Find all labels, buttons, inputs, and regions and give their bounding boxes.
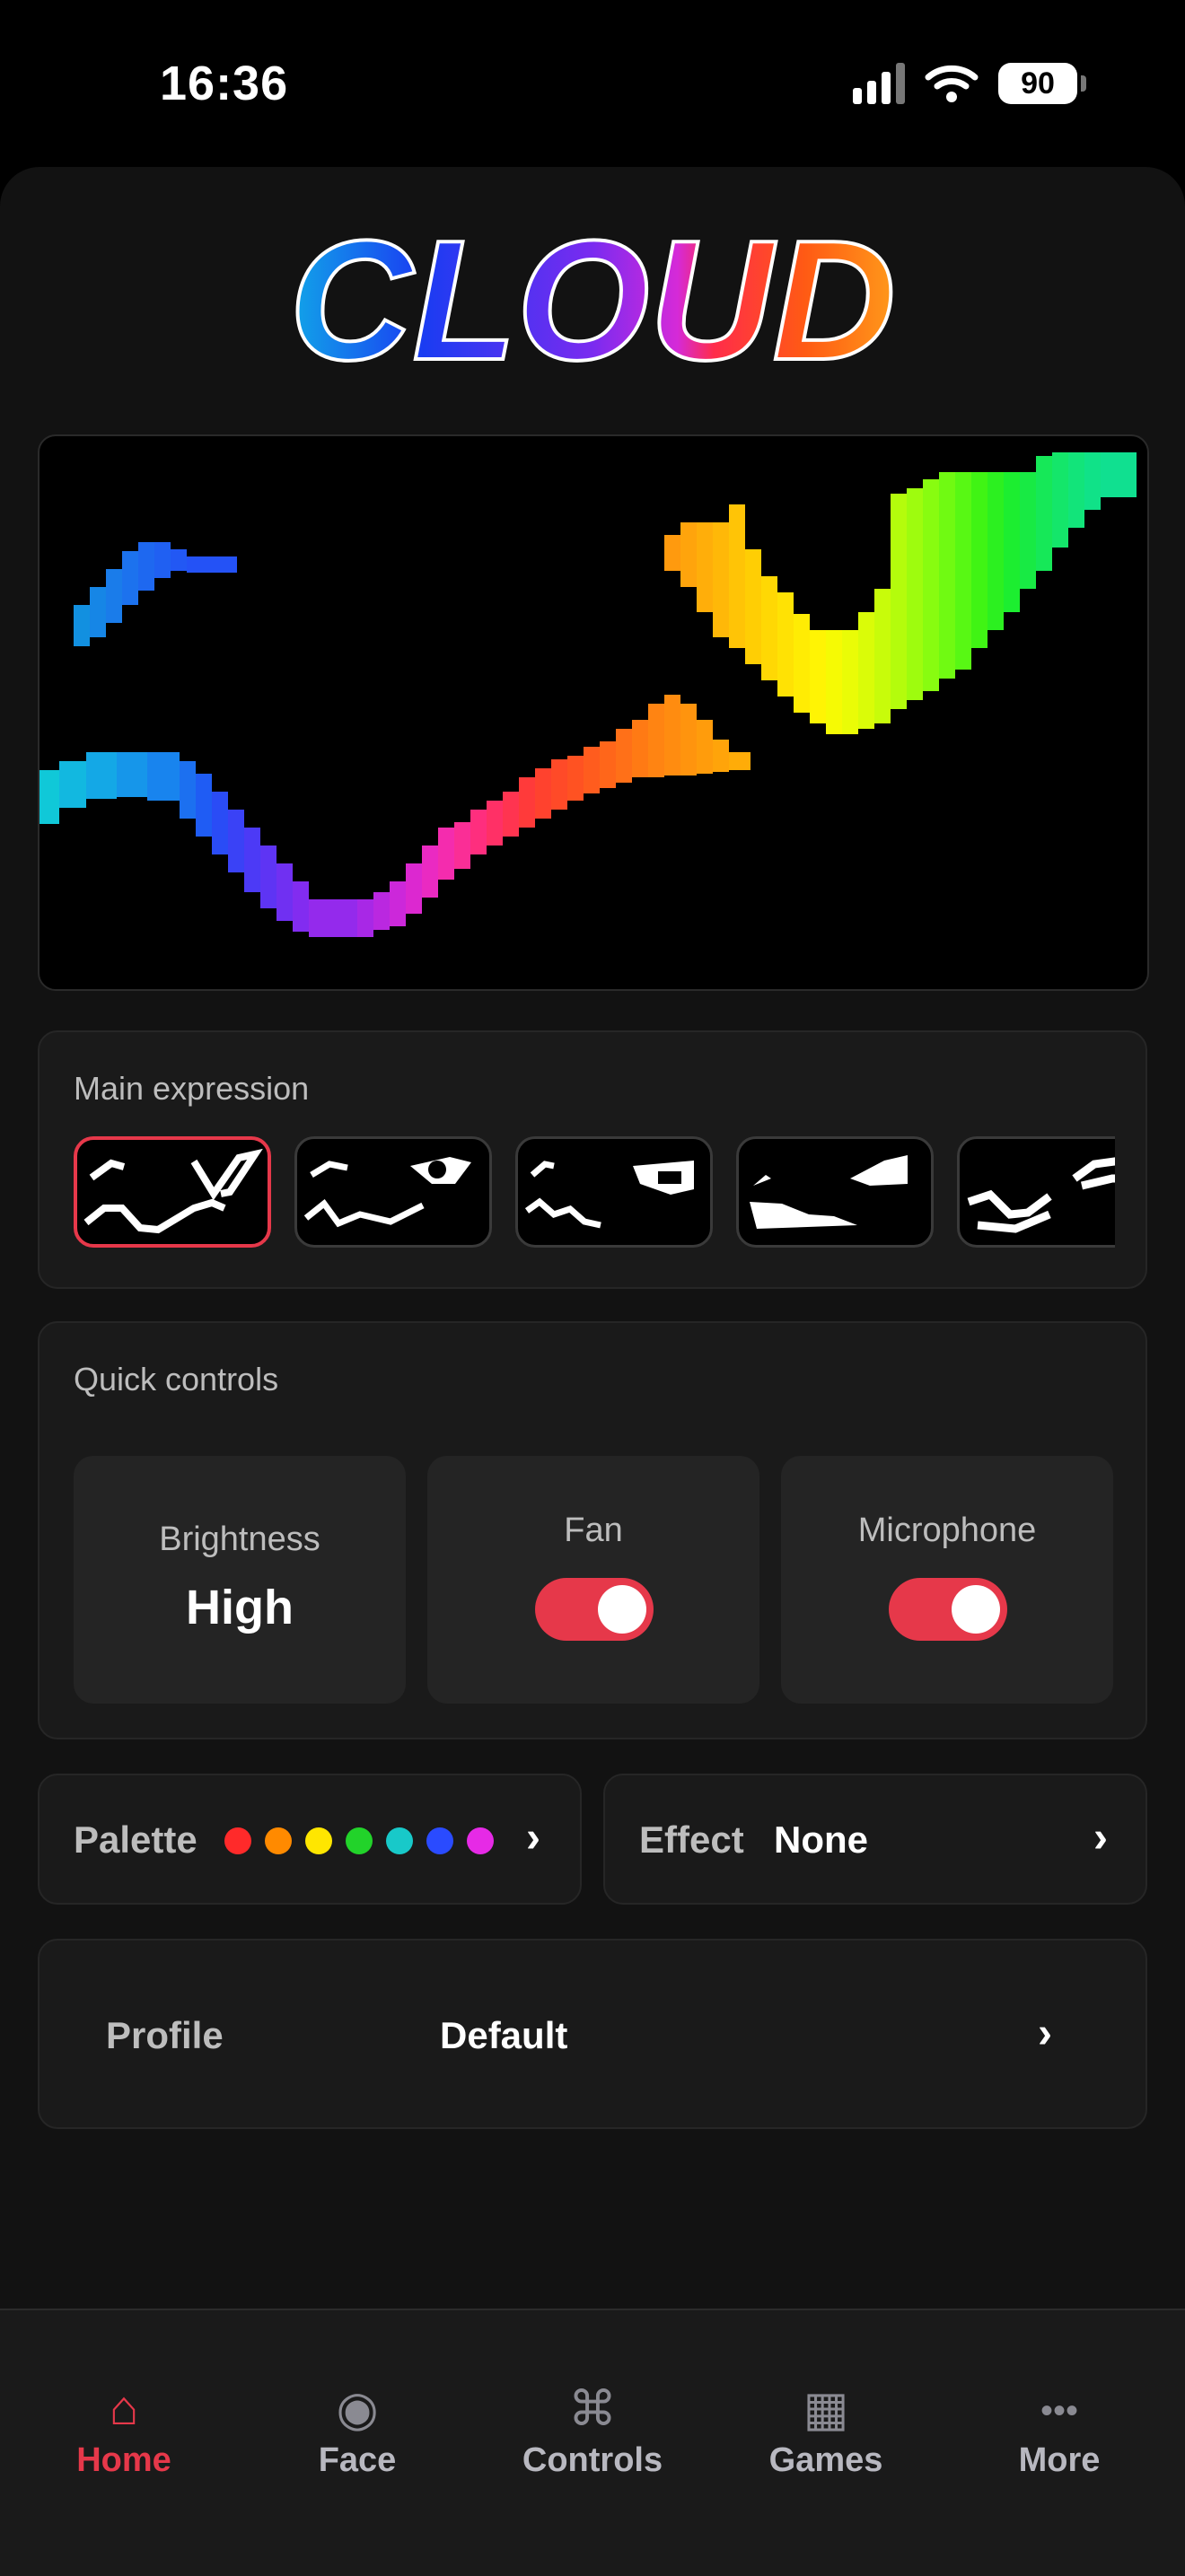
tab-label-controls: Controls (522, 2441, 663, 2479)
effect-label: Effect (639, 1818, 744, 1861)
wifi-icon (925, 65, 979, 102)
brightness-value: High (186, 1581, 294, 1634)
expression-option-5[interactable] (957, 1136, 1115, 1248)
quick-controls-title: Quick controls (74, 1361, 279, 1398)
cloud-logo: CLOUD (287, 206, 897, 386)
tab-controls[interactable]: ⌘ Controls (474, 2310, 711, 2576)
expression-option-2[interactable] (294, 1136, 492, 1248)
main-expression-card: Main expression (38, 1030, 1147, 1289)
palette-chevron-icon: › (526, 1814, 540, 1862)
expression-option-1[interactable] (74, 1136, 271, 1248)
fan-toggle[interactable] (535, 1578, 654, 1641)
tab-label-more: More (1018, 2441, 1101, 2479)
expression-option-3[interactable] (515, 1136, 713, 1248)
microphone-control: Microphone (781, 1456, 1113, 1704)
profile-label: Profile (106, 2014, 224, 2056)
brightness-label: Brightness (159, 1520, 320, 1558)
fan-control: Fan (427, 1456, 759, 1704)
cellular-signal-icon (853, 63, 905, 104)
microphone-label: Microphone (857, 1511, 1037, 1549)
tab-label-games: Games (768, 2441, 883, 2479)
face-icon: ◉ (336, 2382, 379, 2436)
palette-card[interactable]: Palette › (38, 1774, 582, 1905)
palette-swatch-2 (265, 1827, 292, 1854)
profile-value: Default (440, 2014, 568, 2056)
tab-more[interactable]: ••• More (941, 2310, 1178, 2576)
grid-icon: ▦ (803, 2382, 849, 2436)
tab-games[interactable]: ▦ Games (707, 2310, 944, 2576)
svg-text:CLOUD: CLOUD (289, 206, 895, 386)
palette-swatch-3 (305, 1827, 332, 1854)
palette-label: Palette (74, 1818, 198, 1861)
palette-swatch-6 (426, 1827, 453, 1854)
profile-chevron-icon: › (1038, 2010, 1052, 2057)
palette-swatch-1 (224, 1827, 251, 1854)
bottom-tab-bar: ⌂ Home ◉ Face ⌘ Controls ▦ Games ••• Mor… (0, 2309, 1185, 2576)
status-bar: 16:36 90 (0, 0, 1185, 171)
microphone-toggle-knob (952, 1585, 1000, 1634)
face-pixel-art (40, 452, 1137, 937)
expression-carousel[interactable] (74, 1136, 1115, 1253)
tab-home[interactable]: ⌂ Home (5, 2310, 242, 2576)
home-icon: ⌂ (109, 2381, 139, 2435)
face-preview (38, 434, 1149, 991)
effect-card[interactable]: Effect None › (603, 1774, 1147, 1905)
brightness-control[interactable]: Brightness High (74, 1456, 406, 1704)
expression-option-4[interactable] (736, 1136, 934, 1248)
fan-toggle-knob (598, 1585, 646, 1634)
effect-chevron-icon: › (1093, 1814, 1108, 1862)
status-icons: 90 (853, 63, 1086, 104)
palette-swatch-5 (386, 1827, 413, 1854)
quick-controls-card: Quick controls Brightness High Fan Micro… (38, 1321, 1147, 1739)
tab-label-home: Home (76, 2441, 171, 2479)
palette-swatch-4 (346, 1827, 373, 1854)
palette-swatches (224, 1827, 494, 1854)
more-icon: ••• (1040, 2391, 1078, 2431)
effect-value: None (774, 1818, 868, 1861)
profile-card[interactable]: Profile Default › (38, 1939, 1147, 2129)
command-icon: ⌘ (568, 2382, 617, 2436)
palette-swatch-7 (467, 1827, 494, 1854)
tab-label-face: Face (318, 2441, 397, 2479)
status-time: 16:36 (160, 57, 289, 110)
battery-icon: 90 (998, 63, 1086, 104)
microphone-toggle[interactable] (889, 1578, 1007, 1641)
fan-label: Fan (564, 1511, 623, 1549)
main-expression-title: Main expression (74, 1070, 310, 1107)
tab-face[interactable]: ◉ Face (239, 2310, 476, 2576)
